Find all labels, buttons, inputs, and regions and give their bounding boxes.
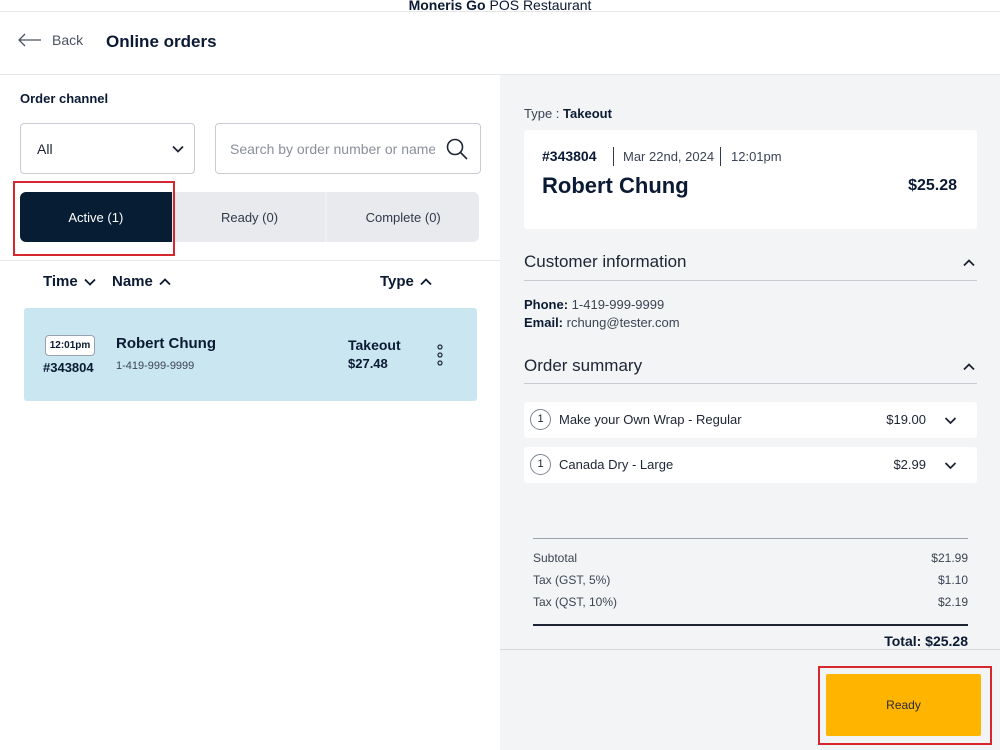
divider — [524, 280, 977, 281]
column-header-time-label: Time — [43, 273, 78, 290]
order-time-badge: 12:01pm — [45, 335, 95, 356]
app-title-bar: Moneris Go POS Restaurant — [0, 0, 1000, 13]
order-customer-phone: 1-419-999-9999 — [116, 360, 195, 372]
email-value: rchung@tester.com — [563, 315, 680, 330]
qst-row: Tax (QST, 10%) $2.19 — [533, 595, 968, 609]
item-name: Canada Dry - Large — [559, 457, 674, 472]
order-summary-title: Order summary — [524, 356, 643, 375]
customer-info-title: Customer information — [524, 252, 687, 271]
column-header-name[interactable]: Name — [112, 273, 171, 290]
search-input[interactable] — [230, 138, 435, 160]
page-title: Online orders — [106, 32, 217, 51]
column-header-name-label: Name — [112, 273, 153, 290]
chevron-up-icon[interactable] — [962, 360, 976, 374]
chevron-down-icon — [944, 417, 957, 425]
divider — [0, 260, 500, 261]
email-label: Email: — [524, 315, 564, 330]
column-header-type[interactable]: Type — [380, 273, 432, 290]
ready-button[interactable]: Ready — [826, 674, 981, 736]
chevron-up-icon — [420, 277, 432, 285]
order-channel-value: All — [37, 141, 53, 157]
item-quantity: 1 — [530, 409, 551, 430]
customer-phone: Phone: 1-419-999-9999 — [524, 297, 664, 312]
detail-order-time: 12:01pm — [731, 149, 782, 164]
grand-total: Total: $25.28 — [884, 633, 968, 649]
item-price: $19.00 — [886, 412, 926, 427]
order-channel-select[interactable]: All — [20, 123, 195, 174]
qst-value: $2.19 — [937, 595, 968, 609]
order-price: $27.48 — [348, 356, 388, 371]
chevron-up-icon[interactable] — [962, 256, 976, 270]
item-price: $2.99 — [893, 457, 926, 472]
tab-active[interactable]: Active (1) — [20, 192, 172, 242]
back-button[interactable]: Back — [18, 32, 83, 48]
action-footer: Ready — [500, 649, 1000, 750]
separator — [720, 147, 721, 166]
detail-order-total: $25.28 — [908, 177, 957, 194]
subtotal-row: Subtotal $21.99 — [533, 551, 968, 565]
chevron-up-icon — [159, 277, 171, 285]
gst-label: Tax (GST, 5%) — [533, 573, 611, 587]
orders-list-panel: Order channel All Active (1) Ready (0) C… — [0, 75, 500, 750]
detail-order-date: Mar 22nd, 2024 — [623, 149, 715, 164]
separator — [613, 147, 614, 166]
order-line-item[interactable]: 1 Canada Dry - Large $2.99 — [524, 447, 977, 483]
order-type-line: Type : Takeout — [524, 106, 612, 121]
chevron-down-icon — [944, 462, 957, 470]
phone-value: 1-419-999-9999 — [568, 297, 665, 312]
detail-order-number: #343804 — [542, 148, 597, 164]
order-detail-panel: Type : Takeout #343804 Mar 22nd, 2024 12… — [500, 75, 1000, 750]
tab-complete[interactable]: Complete (0) — [327, 192, 480, 242]
type-prefix: Type : — [524, 106, 564, 121]
tab-ready[interactable]: Ready (0) — [173, 192, 326, 242]
divider — [533, 624, 968, 626]
subtotal-value: $21.99 — [931, 551, 968, 565]
back-label: Back — [52, 32, 84, 48]
page-header: Back Online orders — [0, 12, 1000, 75]
more-options-icon[interactable] — [434, 343, 446, 367]
column-header-time[interactable]: Time — [43, 273, 96, 290]
phone-label: Phone: — [524, 297, 569, 312]
gst-value: $1.10 — [937, 573, 968, 587]
column-header-type-label: Type — [380, 273, 414, 290]
order-channel-label: Order channel — [20, 91, 109, 106]
order-line-item[interactable]: 1 Make your Own Wrap - Regular $19.00 — [524, 402, 977, 438]
order-number: #343804 — [43, 360, 94, 375]
order-summary-card: #343804 Mar 22nd, 2024 12:01pm Robert Ch… — [524, 130, 977, 229]
subtotal-label: Subtotal — [533, 551, 578, 565]
search-icon[interactable] — [445, 137, 469, 161]
chevron-down-icon — [84, 278, 96, 286]
gst-row: Tax (GST, 5%) $1.10 — [533, 573, 968, 587]
column-headers: Time Name Type — [0, 271, 500, 295]
detail-customer-name: Robert Chung — [542, 173, 689, 198]
order-type: Takeout — [348, 337, 401, 353]
type-value: Takeout — [563, 106, 612, 121]
customer-email: Email: rchung@tester.com — [524, 315, 680, 330]
divider — [524, 383, 977, 384]
search-box — [215, 123, 481, 174]
order-list-item[interactable]: 12:01pm #343804 Robert Chung 1-419-999-9… — [24, 308, 477, 401]
arrow-left-icon — [18, 33, 41, 47]
order-status-tabs: Active (1) Ready (0) Complete (0) — [20, 192, 480, 242]
item-name: Make your Own Wrap - Regular — [559, 412, 742, 427]
order-customer-name: Robert Chung — [116, 335, 216, 352]
item-quantity: 1 — [530, 454, 551, 475]
chevron-down-icon — [172, 145, 184, 153]
divider — [533, 538, 968, 539]
qst-label: Tax (QST, 10%) — [533, 595, 618, 609]
